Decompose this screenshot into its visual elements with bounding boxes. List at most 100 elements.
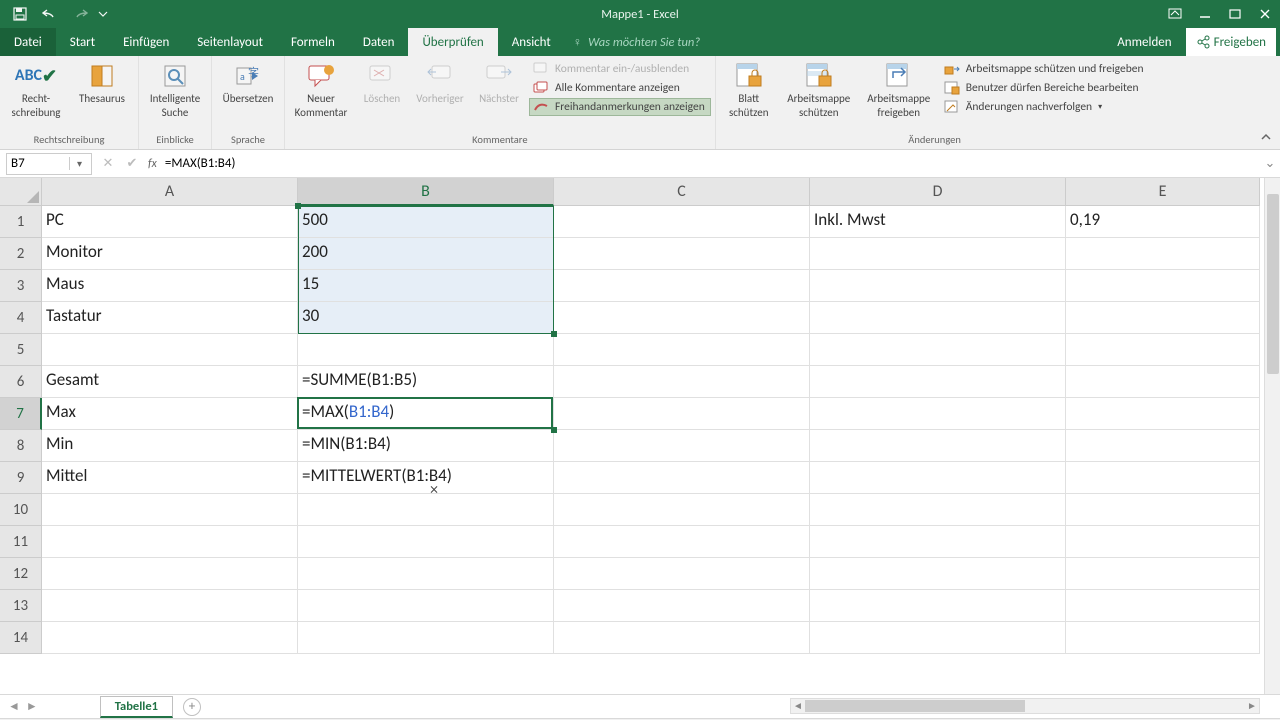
close-icon[interactable] (1250, 0, 1280, 28)
cell-C10[interactable] (554, 494, 810, 526)
collapse-ribbon-icon[interactable] (1260, 131, 1274, 145)
protect-and-share-button[interactable]: Arbeitsmappe schützen und freigeben (940, 60, 1150, 78)
cell-E13[interactable] (1066, 590, 1260, 622)
vertical-scroll-thumb[interactable] (1267, 194, 1279, 374)
tab-pagelayout[interactable]: Seitenlayout (183, 28, 277, 56)
cell-B3[interactable]: 15 (298, 270, 554, 302)
cell-E14[interactable] (1066, 622, 1260, 654)
cell-E3[interactable] (1066, 270, 1260, 302)
cell-D2[interactable] (810, 238, 1066, 270)
cell-B10[interactable] (298, 494, 554, 526)
allow-edit-ranges-button[interactable]: Benutzer dürfen Bereiche bearbeiten (940, 79, 1150, 97)
cell-C6[interactable] (554, 366, 810, 398)
cell-A6[interactable]: Gesamt (42, 366, 298, 398)
cell-E1[interactable]: 0,19 (1066, 206, 1260, 238)
row-header[interactable]: 3 (0, 270, 42, 302)
new-comment-button[interactable]: Neuer Kommentar (289, 58, 353, 119)
tab-start[interactable]: Start (56, 28, 109, 56)
cell-D6[interactable] (810, 366, 1066, 398)
cell-D1[interactable]: Inkl. Mwst (810, 206, 1066, 238)
cell-B7[interactable]: =MAX(B1:B4) (298, 398, 554, 430)
cell-B13[interactable] (298, 590, 554, 622)
name-box[interactable]: ▾ (6, 153, 92, 175)
cell-E10[interactable] (1066, 494, 1260, 526)
cell-C1[interactable] (554, 206, 810, 238)
sheet-nav[interactable]: ◄► (0, 699, 46, 714)
maximize-icon[interactable] (1220, 0, 1250, 28)
show-ink-button[interactable]: Freihandanmerkungen anzeigen (529, 98, 711, 116)
undo-icon[interactable] (36, 2, 64, 26)
row-header[interactable]: 9 (0, 462, 42, 494)
cell-D11[interactable] (810, 526, 1066, 558)
next-sheet-icon[interactable]: ► (26, 699, 38, 714)
save-icon[interactable] (6, 2, 34, 26)
row-header[interactable]: 12 (0, 558, 42, 590)
sheet-tab-1[interactable]: Tabelle1 (100, 696, 173, 718)
cell-E6[interactable] (1066, 366, 1260, 398)
cell-C11[interactable] (554, 526, 810, 558)
cell-D8[interactable] (810, 430, 1066, 462)
toggle-comment-button[interactable]: Kommentar ein-/ausblenden (529, 60, 711, 78)
cell-D7[interactable] (810, 398, 1066, 430)
thesaurus-button[interactable]: Thesaurus (70, 58, 134, 106)
cell-B5[interactable] (298, 334, 554, 366)
cell-C9[interactable] (554, 462, 810, 494)
row-header[interactable]: 8 (0, 430, 42, 462)
vertical-scrollbar[interactable] (1264, 178, 1280, 694)
cell-B8[interactable]: =MIN(B1:B4) (298, 430, 554, 462)
cell-E2[interactable] (1066, 238, 1260, 270)
cell-A5[interactable] (42, 334, 298, 366)
cell-A9[interactable]: Mittel (42, 462, 298, 494)
cell-C14[interactable] (554, 622, 810, 654)
track-changes-button[interactable]: Änderungen nachverfolgen ▾ (940, 98, 1150, 116)
share-workbook-button[interactable]: Arbeitsmappe freigeben (860, 58, 938, 119)
show-all-comments-button[interactable]: Alle Kommentare anzeigen (529, 79, 711, 97)
cell-E5[interactable] (1066, 334, 1260, 366)
prev-sheet-icon[interactable]: ◄ (8, 699, 20, 714)
fx-icon[interactable]: fx (148, 157, 157, 171)
cell-D5[interactable] (810, 334, 1066, 366)
cell-E4[interactable] (1066, 302, 1260, 334)
cell-D14[interactable] (810, 622, 1066, 654)
protect-workbook-button[interactable]: Arbeitsmappe schützen (780, 58, 858, 119)
spreadsheet-grid[interactable]: ABCDE 1234567891011121314 PC500Inkl. Mws… (0, 178, 1280, 694)
cell-C3[interactable] (554, 270, 810, 302)
cell-B11[interactable] (298, 526, 554, 558)
smart-lookup-button[interactable]: Intelligente Suche (143, 58, 207, 119)
name-box-dropdown-icon[interactable]: ▾ (69, 157, 89, 170)
row-header[interactable]: 1 (0, 206, 42, 238)
row-header[interactable]: 7 (0, 398, 42, 430)
row-header[interactable]: 10 (0, 494, 42, 526)
row-header[interactable]: 11 (0, 526, 42, 558)
cell-D13[interactable] (810, 590, 1066, 622)
share-button[interactable]: Freigeben (1186, 28, 1276, 56)
cell-B2[interactable]: 200 (298, 238, 554, 270)
row-header[interactable]: 5 (0, 334, 42, 366)
cell-A2[interactable]: Monitor (42, 238, 298, 270)
cell-A11[interactable] (42, 526, 298, 558)
row-headers[interactable]: 1234567891011121314 (0, 206, 42, 694)
scroll-right-icon[interactable]: ► (1245, 699, 1259, 713)
cell-E9[interactable] (1066, 462, 1260, 494)
cell-B4[interactable]: 30 (298, 302, 554, 334)
cell-A13[interactable] (42, 590, 298, 622)
select-all-button[interactable] (0, 178, 42, 206)
column-header[interactable]: C (554, 178, 810, 206)
cell-B9[interactable]: =MITTELWERT(B1:B4)⨯ (298, 462, 554, 494)
name-box-input[interactable] (7, 156, 69, 171)
cell-B14[interactable] (298, 622, 554, 654)
protect-sheet-button[interactable]: Blatt schützen (720, 58, 778, 119)
tab-file[interactable]: Datei (0, 28, 56, 56)
tab-data[interactable]: Daten (349, 28, 409, 56)
cell-B6[interactable]: =SUMME(B1:B5) (298, 366, 554, 398)
row-header[interactable]: 4 (0, 302, 42, 334)
column-headers[interactable]: ABCDE (42, 178, 1264, 206)
cell-E12[interactable] (1066, 558, 1260, 590)
cell-D4[interactable] (810, 302, 1066, 334)
cell-C2[interactable] (554, 238, 810, 270)
cell-C8[interactable] (554, 430, 810, 462)
cell-D10[interactable] (810, 494, 1066, 526)
spelling-button[interactable]: ABC✔ Recht- schreibung (4, 58, 68, 119)
cell-C12[interactable] (554, 558, 810, 590)
minimize-icon[interactable] (1190, 0, 1220, 28)
